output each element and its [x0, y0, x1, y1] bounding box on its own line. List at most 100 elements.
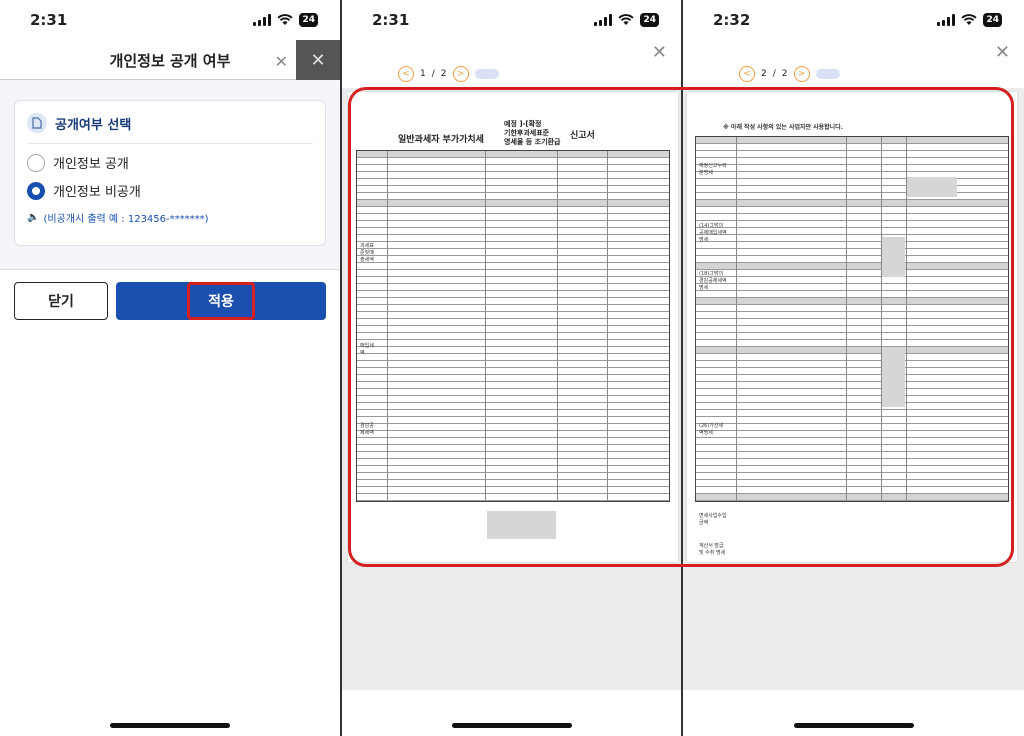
- table-row: [696, 375, 1008, 382]
- apply-button[interactable]: 적용: [116, 282, 326, 320]
- radio-public[interactable]: [27, 153, 45, 172]
- form-type: 예정 ]-[확정 기한후과세표준 영세율 등 조기환급: [504, 120, 560, 147]
- radio-label-public: 개인정보 공개: [53, 157, 129, 172]
- table-row: [357, 333, 669, 340]
- section-label: 면세사업수입금액: [699, 513, 727, 526]
- battery-icon: 24: [983, 13, 1002, 27]
- next-page-button[interactable]: >: [793, 66, 810, 82]
- prev-page-button[interactable]: <: [398, 66, 414, 82]
- radio-option-private[interactable]: 개인정보 비공개: [27, 181, 313, 200]
- section-label: (26)가산세액명세: [699, 423, 724, 436]
- table-row: [696, 242, 1008, 249]
- status-icons: 24: [937, 13, 1002, 27]
- table-row: [696, 466, 1008, 473]
- table-row: [357, 410, 669, 417]
- table-row: [357, 186, 669, 193]
- masking-note: 🔈 (비공개시 출력 예 : 123456-*******): [27, 210, 313, 225]
- section-label: (18)그밖의경감공제세액명세: [699, 271, 727, 291]
- table-row: [696, 312, 1008, 319]
- dialog-body: 공개여부 선택 개인정보 공개 개인정보 비공개 🔈 (비공개시 출력 예 : …: [0, 80, 340, 270]
- table-row: [357, 207, 669, 214]
- speaker-icon: 🔈: [27, 212, 40, 223]
- page-total: 2: [781, 69, 788, 79]
- zoom-tag[interactable]: [815, 69, 841, 79]
- table-row: [357, 228, 669, 235]
- radio-private-selected[interactable]: [27, 181, 45, 200]
- table-row: [696, 340, 1008, 347]
- battery-icon: 24: [299, 13, 318, 27]
- table-row: [696, 403, 1008, 410]
- page-current: 1: [420, 69, 426, 79]
- home-indicator: [793, 723, 914, 728]
- table-row: [696, 270, 1008, 277]
- zoom-tag[interactable]: [474, 69, 500, 79]
- table-row: [357, 284, 669, 291]
- table-row: [357, 179, 669, 186]
- close-icon[interactable]: ✕: [652, 42, 667, 63]
- wifi-icon: [277, 14, 294, 25]
- close-icon[interactable]: ✕: [275, 52, 288, 71]
- table-row: [696, 277, 1008, 284]
- table-row: [696, 151, 1008, 158]
- table-row: [696, 424, 1008, 431]
- table-row: [696, 487, 1008, 494]
- section-label: 매입세액: [360, 343, 374, 356]
- table-divider: [557, 151, 558, 501]
- prev-page-button[interactable]: <: [739, 66, 755, 82]
- table-row: [696, 235, 1008, 242]
- table-row: [357, 172, 669, 179]
- status-icons: 24: [594, 13, 659, 27]
- table-row: [357, 494, 669, 501]
- table-row: [696, 214, 1008, 221]
- card-header: 공개여부 선택: [27, 113, 313, 144]
- table-row: [357, 165, 669, 172]
- table-row: [357, 445, 669, 452]
- table-row: [696, 179, 1008, 186]
- table-row: [696, 347, 1008, 354]
- battery-icon: 24: [640, 13, 659, 27]
- shaded-cell: [487, 511, 556, 539]
- table-row: [357, 424, 669, 431]
- status-icons: 24: [253, 13, 318, 27]
- table-row: [696, 459, 1008, 466]
- table-row: [696, 389, 1008, 396]
- table-row: [357, 431, 669, 438]
- table-row: [357, 277, 669, 284]
- form-type-line: 예정 ]-[확정: [504, 120, 542, 128]
- next-page-button[interactable]: >: [452, 66, 469, 82]
- status-bar: 2:31 24: [0, 0, 340, 40]
- table-row: [357, 151, 669, 158]
- table-row: [696, 165, 1008, 172]
- radio-label-private: 개인정보 비공개: [53, 185, 141, 200]
- table-row: [357, 305, 669, 312]
- table-row: [357, 375, 669, 382]
- shaded-cell: [907, 177, 957, 197]
- table-row: [696, 431, 1008, 438]
- overlay-close-icon[interactable]: ✕: [296, 40, 340, 80]
- table-row: [696, 361, 1008, 368]
- form-title: 일반과세자 부가가치세: [398, 135, 484, 145]
- vat-return-page-2: ※ 아래 작성 사항의 있는 사업자만 사용합니다. 예정신고누락분명세 (14…: [687, 92, 1017, 562]
- table-row: [696, 172, 1008, 179]
- preview-area: 일반과세자 부가가치세 예정 ]-[확정 기한후과세표준 영세율 등 조기환급 …: [342, 88, 681, 690]
- table-row: [696, 326, 1008, 333]
- table-divider: [607, 151, 608, 501]
- table-row: [696, 144, 1008, 151]
- table-row: [357, 466, 669, 473]
- table-divider: [736, 137, 737, 501]
- table-row: [357, 291, 669, 298]
- document-icon: [27, 113, 47, 133]
- radio-option-public[interactable]: 개인정보 공개: [27, 153, 313, 172]
- table-row: [357, 347, 669, 354]
- table-row: [357, 242, 669, 249]
- table-row: [696, 494, 1008, 501]
- table-row: [696, 137, 1008, 144]
- pager: < 2 / 2 >: [739, 66, 841, 82]
- close-button[interactable]: 닫기: [14, 282, 108, 320]
- table-row: [357, 263, 669, 270]
- phone-screen-preview-page1: 2:31 24 ✕ < 1 / 2 > 일반과세자 부가가치세 예정 ]-[확정…: [342, 0, 683, 736]
- close-icon[interactable]: ✕: [995, 42, 1010, 63]
- table-row: [696, 228, 1008, 235]
- table-row: [696, 438, 1008, 445]
- table-row: [357, 214, 669, 221]
